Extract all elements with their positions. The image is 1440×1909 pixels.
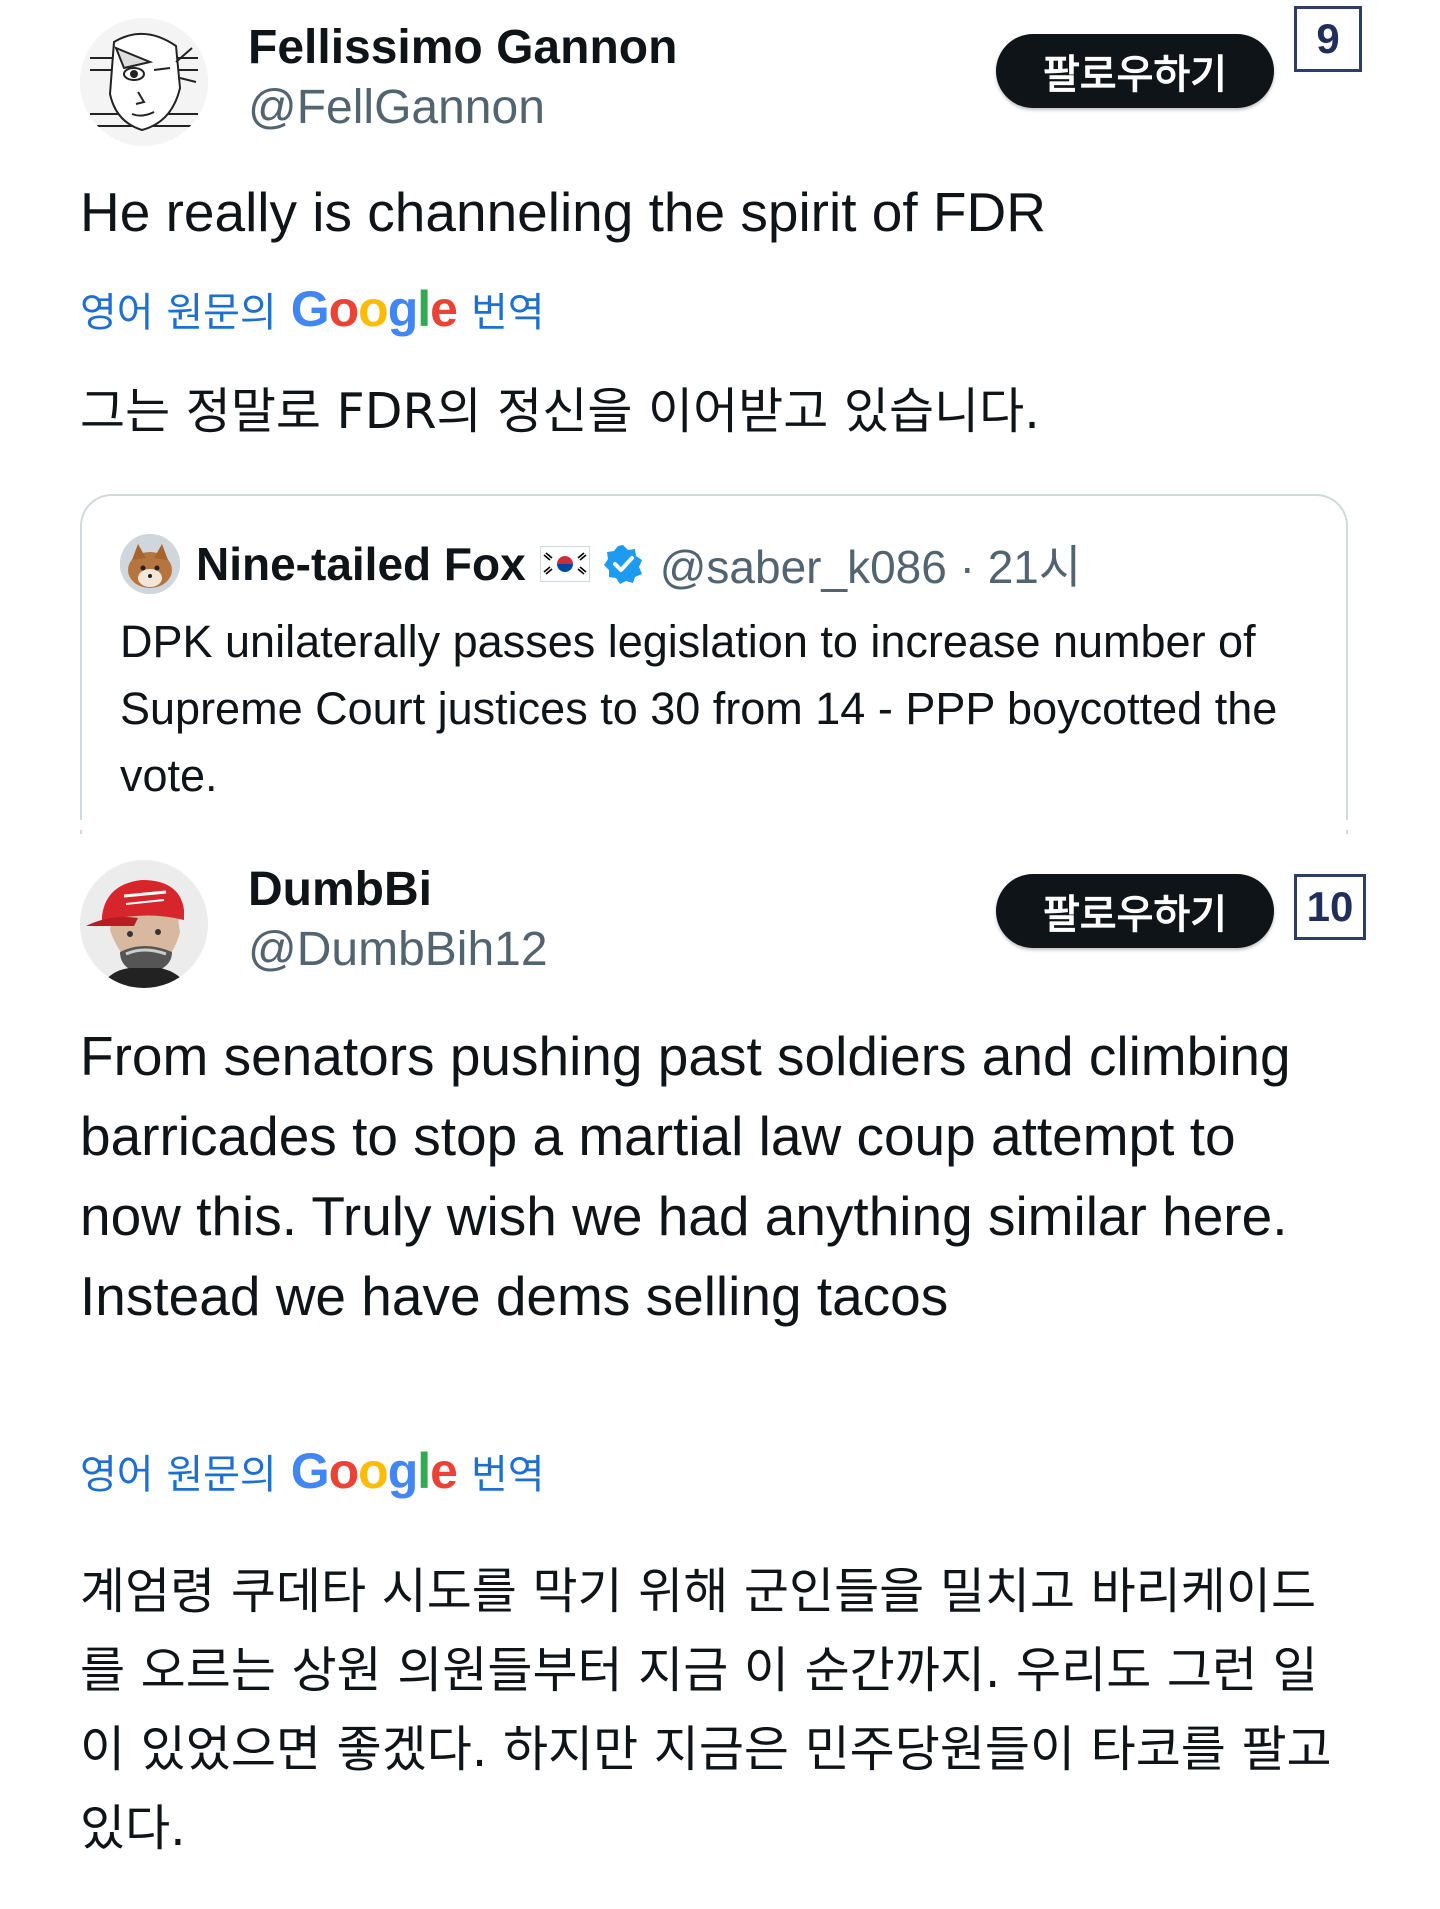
translated-text: 그는 정말로 FDR의 정신을 이어받고 있습니다. [80,383,1040,440]
translate-suffix: 번역 [470,290,545,336]
post-divider [0,820,1440,830]
post-text: From senators pushing past soldiers and … [80,1025,1291,1327]
author-handle[interactable]: @DumbBih12 [248,922,548,977]
quoted-author-name[interactable]: Nine-tailed Fox [196,537,526,591]
translation-attribution[interactable]: 영어 원문의 Google 번역 [80,1442,545,1500]
follow-button[interactable]: 팔로우하기 [996,874,1274,948]
translate-prefix: 영어 원문의 [80,1452,277,1498]
author-handle[interactable]: @FellGannon [248,80,545,135]
quoted-post-header: Nine-tailed Fox @saber_k086 · 21시 [120,534,1081,594]
post-text: He really is channeling the spirit of FD… [80,181,1046,243]
quoted-post-text: DPK unilaterally passes legislation to i… [120,616,1278,801]
translate-suffix: 번역 [470,1452,545,1498]
sketch-face-avatar-icon[interactable] [80,18,208,146]
author-name[interactable]: Fellissimo Gannon [248,20,677,75]
red-cap-avatar-icon[interactable] [80,860,208,988]
google-logo: Google [290,1443,458,1499]
south-korea-flag-icon [539,546,590,582]
follow-button[interactable]: 팔로우하기 [996,34,1274,108]
post-9: Fellissimo Gannon @FellGannon 팔로우하기 9 He… [0,0,1440,834]
index-badge: 10 [1294,874,1366,940]
post-10: DumbBi @DumbBih12 팔로우하기 10 From senators… [0,830,1440,1909]
author-name[interactable]: DumbBi [248,862,432,917]
index-badge: 9 [1294,6,1362,72]
translation-attribution[interactable]: 영어 원문의 Google 번역 [80,280,545,338]
google-logo: Google [290,281,458,337]
translate-prefix: 영어 원문의 [80,290,277,336]
verified-badge-icon [602,543,644,585]
fox-avatar-icon[interactable] [120,534,180,594]
quoted-post[interactable]: Nine-tailed Fox @saber_k086 · 21시 DPK un… [80,494,1348,834]
quoted-author-handle[interactable]: @saber_k086 · 21시 [660,531,1081,597]
translated-text: 계엄령 쿠데타 시도를 막기 위해 군인들을 밀치고 바리케이드를 오르는 상원… [80,1563,1332,1857]
